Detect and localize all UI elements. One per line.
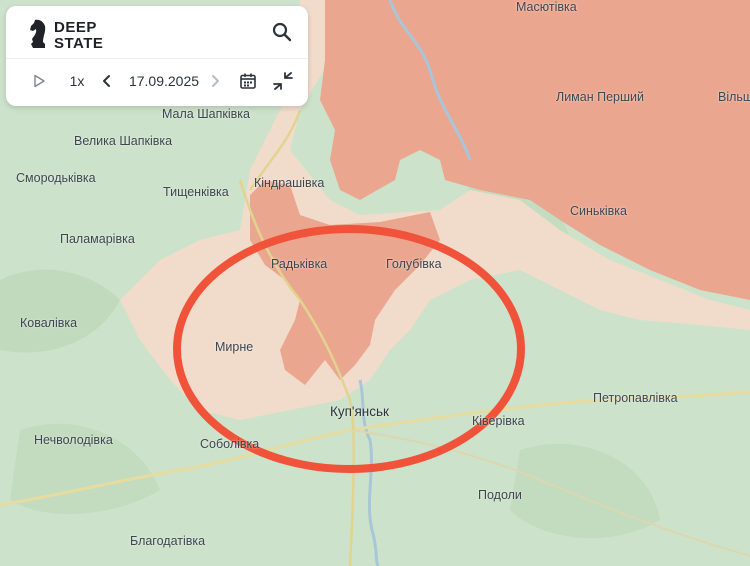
- map-control-panel: DEEP STATE 1x 17.09.2025: [6, 6, 308, 106]
- divider: [6, 58, 308, 59]
- place-label: Голубівка: [386, 257, 442, 271]
- city-label: Куп'янськ: [330, 404, 389, 419]
- chevron-left-icon: [103, 75, 110, 87]
- place-label: Тищенківка: [163, 185, 229, 199]
- speed-button[interactable]: 1x: [62, 70, 92, 92]
- current-date[interactable]: 17.09.2025: [120, 70, 208, 92]
- place-label: Петропавлівка: [593, 391, 678, 405]
- place-label: Радьківка: [271, 257, 328, 271]
- logo-line-2: STATE: [54, 35, 104, 52]
- place-label: Ківерівка: [472, 414, 525, 428]
- place-label: Благодатівка: [130, 534, 206, 548]
- chevron-right-icon: [212, 75, 219, 87]
- place-label: Синьківка: [570, 204, 628, 218]
- logo-line-1: DEEP: [54, 19, 97, 36]
- play-icon: [34, 74, 45, 88]
- search-button[interactable]: [270, 20, 294, 44]
- collapse-icon: [273, 72, 293, 90]
- logo: DEEP STATE: [28, 18, 118, 52]
- next-date-button[interactable]: [206, 70, 224, 92]
- place-label: Смородьківка: [16, 171, 96, 185]
- place-label: Соболівка: [200, 437, 260, 451]
- place-label: Нечволодівка: [34, 433, 113, 447]
- place-label: Велика Шапківка: [74, 134, 173, 148]
- logo-text: DEEP STATE: [54, 20, 103, 52]
- place-label: Подоли: [478, 488, 522, 502]
- calendar-button[interactable]: [236, 70, 260, 92]
- place-label: Лиман Перший: [556, 90, 644, 104]
- play-button[interactable]: [30, 70, 48, 92]
- calendar-icon: [240, 73, 256, 89]
- place-label: Мирне: [215, 340, 254, 354]
- search-icon: [272, 22, 292, 42]
- place-label: Вільш: [718, 90, 750, 104]
- knight-icon: [30, 19, 46, 48]
- place-label: Ковалівка: [20, 316, 78, 330]
- collapse-button[interactable]: [270, 70, 296, 92]
- place-label: Паламарівка: [60, 232, 135, 246]
- previous-date-button[interactable]: [98, 70, 116, 92]
- place-label: Масютівка: [516, 0, 577, 14]
- place-label: Мала Шапківка: [162, 107, 250, 121]
- place-label: Кіндрашівка: [254, 176, 325, 190]
